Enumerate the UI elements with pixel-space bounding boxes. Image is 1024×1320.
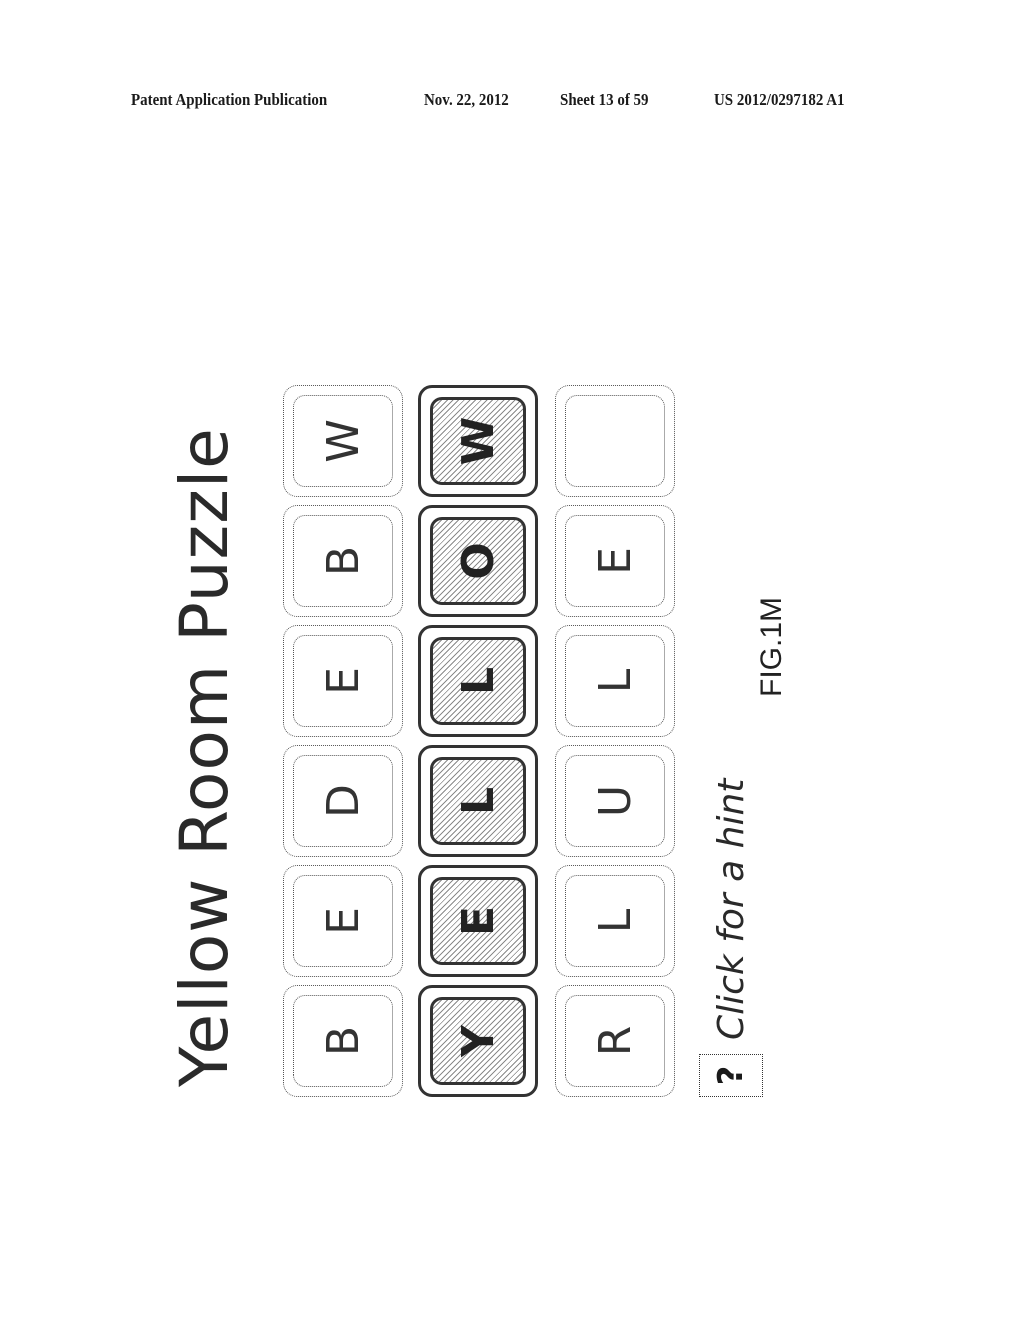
sheet-number: Sheet 13 of 59 bbox=[560, 90, 649, 109]
tile-letter: E bbox=[293, 875, 393, 967]
empty-tile[interactable] bbox=[555, 385, 675, 497]
selected-letter-tile[interactable]: Y bbox=[418, 985, 538, 1097]
tile-letter: L bbox=[430, 637, 526, 725]
question-mark-icon[interactable]: ? bbox=[699, 1054, 763, 1097]
tile-letter: L bbox=[430, 757, 526, 845]
letter-tile[interactable]: L bbox=[555, 865, 675, 977]
publication-label: Patent Application Publication bbox=[131, 90, 328, 109]
selected-letter-tile[interactable]: L bbox=[418, 625, 538, 737]
letter-tile[interactable]: R bbox=[555, 985, 675, 1097]
tile-letter: E bbox=[293, 635, 393, 727]
letter-tile[interactable]: E bbox=[555, 505, 675, 617]
letter-tile[interactable]: B bbox=[283, 985, 403, 1097]
letter-tile[interactable]: D bbox=[283, 745, 403, 857]
publication-date: Nov. 22, 2012 bbox=[424, 90, 509, 109]
puzzle-title: Yellow Room Puzzle bbox=[166, 427, 243, 1087]
tile-row-bottom: R L U L E bbox=[555, 385, 675, 1097]
tile-letter: E bbox=[430, 877, 526, 965]
tile-letter: W bbox=[293, 395, 393, 487]
tile-letter: U bbox=[565, 755, 665, 847]
letter-tile[interactable]: W bbox=[283, 385, 403, 497]
tile-letter: B bbox=[293, 515, 393, 607]
tile-row-middle: Y E L L O W bbox=[418, 385, 538, 1097]
tile-letter: O bbox=[430, 517, 526, 605]
tile-letter: W bbox=[430, 397, 526, 485]
hint-button[interactable]: ? Click for a hint bbox=[699, 779, 763, 1097]
publication-number: US 2012/0297182 A1 bbox=[714, 90, 845, 109]
tile-row-top: B E D E B W bbox=[283, 385, 403, 1097]
patent-header: Patent Application Publication Nov. 22, … bbox=[0, 90, 1024, 114]
tile-letter: Y bbox=[430, 997, 526, 1085]
figure-caption: FIG.1M bbox=[755, 596, 788, 697]
tile-letter bbox=[565, 395, 665, 487]
letter-tile[interactable]: E bbox=[283, 625, 403, 737]
tile-letter: L bbox=[565, 875, 665, 967]
hint-label[interactable]: Click for a hint bbox=[711, 779, 752, 1040]
tile-letter: E bbox=[565, 515, 665, 607]
selected-letter-tile[interactable]: W bbox=[418, 385, 538, 497]
tile-letter: R bbox=[565, 995, 665, 1087]
tile-letter: L bbox=[565, 635, 665, 727]
letter-tile[interactable]: B bbox=[283, 505, 403, 617]
letter-tile[interactable]: U bbox=[555, 745, 675, 857]
selected-letter-tile[interactable]: E bbox=[418, 865, 538, 977]
puzzle-figure: Yellow Room Puzzle B E D E B W Y E L L O… bbox=[165, 317, 788, 1097]
selected-letter-tile[interactable]: L bbox=[418, 745, 538, 857]
tile-letter: D bbox=[293, 755, 393, 847]
tile-letter: B bbox=[293, 995, 393, 1087]
selected-letter-tile[interactable]: O bbox=[418, 505, 538, 617]
letter-tile[interactable]: E bbox=[283, 865, 403, 977]
letter-tile[interactable]: L bbox=[555, 625, 675, 737]
